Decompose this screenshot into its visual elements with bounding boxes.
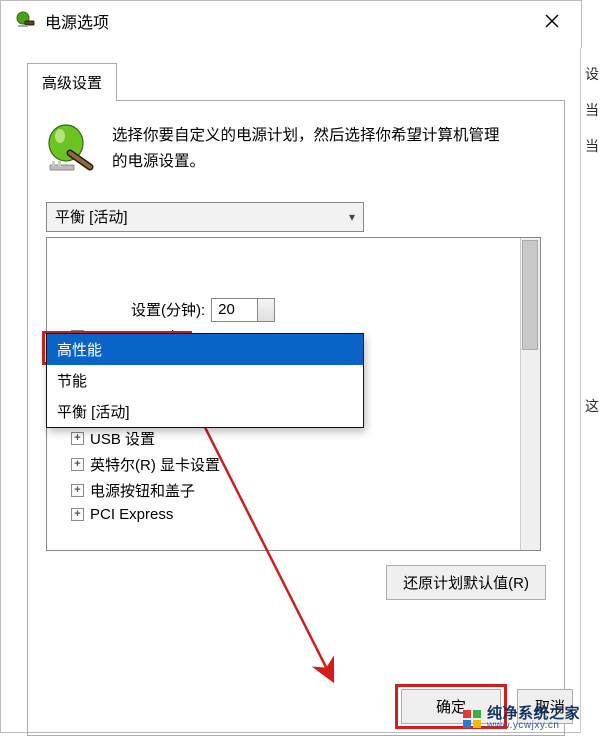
restore-defaults-button[interactable]: 还原计划默认值(R) — [386, 565, 546, 600]
timeout-spinner[interactable]: 20 ▲ ▼ — [211, 298, 275, 322]
power-options-icon — [15, 11, 35, 31]
description-text: 选择你要自定义的电源计划，然后选择你希望计算机管理 的电源设置。 — [112, 123, 500, 176]
tree-node[interactable]: + 电源按钮和盖子 — [71, 480, 532, 501]
dialog-window: 电源选项 高级设置 — [0, 0, 582, 733]
description-line2: 的电源设置。 — [112, 153, 205, 170]
description-row: 选择你要自定义的电源计划，然后选择你希望计算机管理 的电源设置。 — [46, 123, 546, 176]
watermark-logo-icon — [463, 710, 481, 728]
client-area: 高级设置 选择你要自定义的电源计划，然后选择你希望计算机管理 — [1, 41, 581, 736]
expand-icon[interactable]: + — [71, 458, 84, 471]
expand-icon[interactable]: + — [71, 432, 84, 445]
plan-select-value: 平衡 [活动] — [55, 206, 128, 227]
plan-option-balanced[interactable]: 平衡 [活动] — [47, 396, 363, 427]
tree-node[interactable]: + USB 设置 — [71, 428, 532, 449]
chevron-down-icon: ▾ — [349, 210, 355, 224]
tree-node[interactable]: + PCI Express — [71, 506, 532, 523]
spinner-up-icon[interactable]: ▲ — [263, 300, 271, 309]
tree-node-label: 英特尔(R) 显卡设置 — [90, 454, 220, 475]
tree-node-label: USB 设置 — [90, 428, 155, 449]
watermark-url: www.ycwjxy.cn — [487, 721, 580, 731]
tree-node-label: PCI Express — [90, 506, 173, 523]
expand-icon[interactable]: + — [71, 484, 84, 497]
description-line1: 选择你要自定义的电源计划，然后选择你希望计算机管理 — [112, 127, 500, 144]
plan-dropdown[interactable]: 高性能 节能 平衡 [活动] — [46, 333, 364, 428]
close-icon — [545, 14, 559, 28]
tree-node[interactable]: + 英特尔(R) 显卡设置 — [71, 454, 532, 475]
cropped-neighbour-window: 设当当 这 — [580, 48, 602, 733]
titlebar: 电源选项 — [1, 1, 581, 41]
watermark-text: 纯净系统之家 — [487, 706, 580, 721]
battery-plug-icon — [46, 123, 98, 175]
scrollbar-thumb[interactable] — [522, 240, 538, 350]
plan-select[interactable]: 平衡 [活动] ▾ — [46, 202, 364, 232]
window-title: 电源选项 — [45, 9, 109, 33]
watermark: 纯净系统之家 www.ycwjxy.cn — [463, 706, 580, 731]
tab-strip: 高级设置 — [27, 63, 565, 101]
spinner-down-icon[interactable]: ▼ — [263, 311, 271, 320]
plan-option-power-saver[interactable]: 节能 — [47, 365, 363, 396]
tab-advanced[interactable]: 高级设置 — [27, 63, 117, 101]
tab-panel: 选择你要自定义的电源计划，然后选择你希望计算机管理 的电源设置。 平衡 [活动]… — [27, 100, 565, 736]
plan-option-high-performance[interactable]: 高性能 — [47, 334, 363, 365]
tree-node-label: 电源按钮和盖子 — [90, 480, 195, 501]
timeout-value: 20 — [218, 301, 235, 318]
close-button[interactable] — [537, 6, 567, 36]
setting-label: 设置(分钟): — [131, 299, 205, 320]
hard-disk-timeout-row: 设置(分钟): 20 ▲ ▼ — [131, 298, 532, 322]
expand-icon[interactable]: + — [71, 508, 84, 521]
vertical-scrollbar[interactable] — [520, 238, 540, 550]
